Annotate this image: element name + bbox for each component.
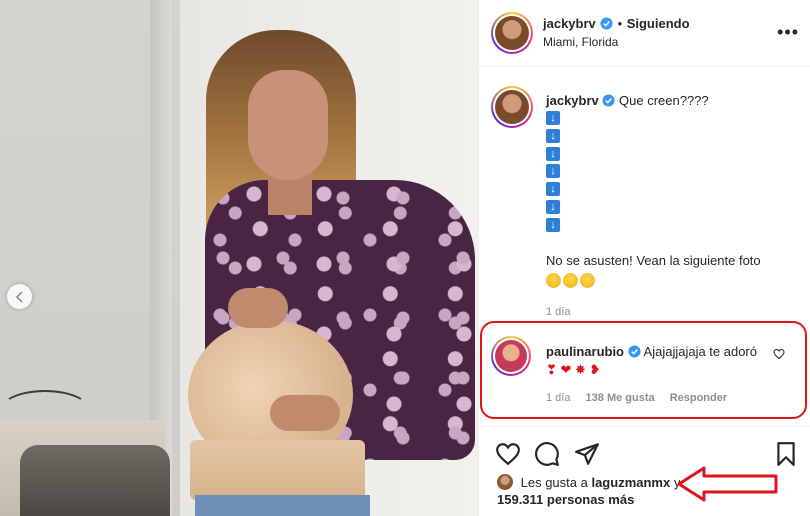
down-arrow-emoji-icon: ↓	[546, 146, 560, 161]
photo-hand	[228, 288, 288, 328]
liker-username[interactable]: laguzmanmx	[591, 475, 670, 490]
caption-username[interactable]: jackybrv	[546, 93, 599, 108]
follow-status-button[interactable]: Siguiendo	[627, 16, 690, 31]
like-comment-heart-icon[interactable]	[773, 348, 785, 360]
down-arrow-emoji-icon: ↓	[546, 182, 560, 197]
author-username[interactable]: jackybrv	[543, 16, 596, 31]
down-arrow-emoji-icon: ↓	[546, 217, 560, 232]
like-heart-icon[interactable]	[495, 441, 521, 467]
instagram-post-view: jackybrv • Siguiendo Miami, Florida ••• …	[0, 0, 810, 516]
post-side-panel: jackybrv • Siguiendo Miami, Florida ••• …	[478, 0, 810, 516]
verified-badge-icon	[628, 345, 641, 358]
liker-avatar[interactable]	[497, 474, 513, 490]
author-avatar[interactable]	[491, 12, 533, 54]
verified-badge-icon	[600, 17, 613, 30]
down-arrow-emoji-icon: ↓	[546, 128, 560, 143]
collision-emoji-icon: ✸	[571, 362, 586, 377]
caption-emojis	[546, 272, 597, 289]
caption-text: Que creen????	[619, 93, 709, 108]
more-options-button[interactable]: •••	[777, 22, 799, 43]
reply-button[interactable]: Responder	[670, 392, 727, 404]
red-heart-emoji-icon: ❤	[556, 362, 572, 377]
header-user-line: jackybrv • Siguiendo	[543, 15, 690, 33]
comment-meta: 1 día 138 Me gusta Responder	[546, 392, 739, 404]
post-header: jackybrv • Siguiendo Miami, Florida •••	[479, 0, 810, 67]
more-options-icon: •••	[777, 22, 799, 42]
comment-likes-count[interactable]: 138 Me gusta	[586, 392, 655, 404]
kiss-mark-emoji-icon: ❥	[585, 362, 601, 377]
photo-jeans	[195, 495, 370, 516]
down-arrow-emoji-icon: ↓	[546, 111, 560, 125]
likes-summary: Les gusta a laguzmanmx y 159.311 persona…	[497, 474, 680, 508]
previous-photo-button[interactable]	[7, 284, 32, 309]
red-heart-broken-emoji-icon: ❣	[546, 362, 557, 377]
share-paper-plane-icon[interactable]	[574, 441, 600, 467]
chevron-left-icon	[15, 290, 23, 303]
down-arrow-emoji-icon: ↓	[546, 199, 560, 214]
down-arrow-emoji-icon: ↓	[546, 164, 560, 179]
annotation-arrow-icon	[677, 466, 778, 502]
save-bookmark-icon[interactable]	[773, 441, 799, 467]
comment-body: paulinarubio Ajajajjajaja te adoró ❣ ❤ ✸…	[546, 343, 771, 379]
comment-timestamp[interactable]: 1 día	[546, 392, 570, 404]
verified-badge-icon	[602, 94, 615, 107]
photo-hand	[270, 395, 340, 431]
likes-others-count[interactable]: 159.311 personas más	[497, 492, 634, 507]
comment-item: paulinarubio Ajajajjajaja te adoró ❣ ❤ ✸…	[479, 318, 810, 418]
laughing-with-tears-emoji-icon	[563, 273, 578, 289]
commenter-username[interactable]: paulinarubio	[546, 344, 624, 359]
likes-prefix: Les gusta a	[520, 475, 588, 490]
comment-text: Ajajajjajaja te adoró	[643, 344, 757, 359]
post-location[interactable]: Miami, Florida	[543, 35, 618, 49]
caption-arrow-list: ↓ ↓ ↓ ↓ ↓ ↓ ↓	[546, 111, 560, 236]
caption-first-line: jackybrv Que creen????	[546, 92, 796, 110]
laughing-with-tears-emoji-icon	[580, 273, 595, 289]
photo-chair	[20, 445, 170, 516]
caption-timestamp[interactable]: 1 día	[546, 306, 570, 318]
photo-band	[190, 440, 365, 500]
post-photo	[0, 0, 478, 516]
laughing-with-tears-emoji-icon	[546, 273, 561, 289]
commenter-avatar[interactable]	[491, 336, 531, 376]
header-separator: •	[617, 16, 623, 31]
comment-emojis: ❣ ❤ ✸ ❥	[546, 361, 600, 379]
comment-bubble-icon[interactable]	[534, 441, 560, 467]
photo-face	[248, 70, 328, 180]
caption-avatar[interactable]	[491, 86, 533, 128]
caption-text-secondary: No se asusten! Vean la siguiente foto	[546, 253, 761, 268]
